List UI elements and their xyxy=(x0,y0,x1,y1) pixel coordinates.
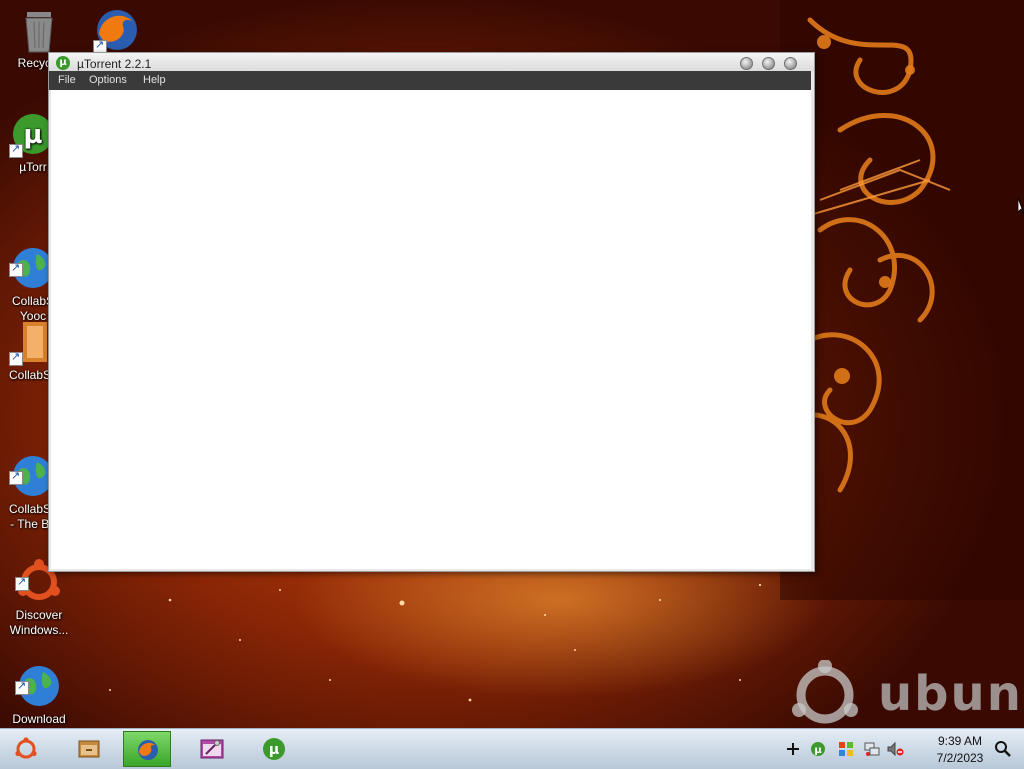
desktop-icon-firefox[interactable] xyxy=(78,6,156,56)
menubar: File Options Help xyxy=(49,71,811,90)
ubuntu-start-icon xyxy=(15,737,37,759)
file-manager-icon xyxy=(78,740,100,758)
start-button[interactable] xyxy=(2,731,50,767)
plus-icon[interactable] xyxy=(786,742,800,756)
shortcut-arrow-icon xyxy=(9,469,23,485)
recycle-bin-icon xyxy=(15,6,63,54)
close-button[interactable] xyxy=(784,57,797,70)
taskbar-file-manager[interactable] xyxy=(65,731,113,767)
desktop: ubun Recycle µ xyxy=(0,0,1024,768)
shortcut-arrow-icon xyxy=(9,142,23,158)
utorrent-icon: µ xyxy=(263,738,285,760)
ubuntu-wordmark: ubun xyxy=(878,666,1023,722)
clock-time[interactable]: 9:39 AM xyxy=(922,734,998,748)
taskbar-control-panel[interactable] xyxy=(188,731,236,767)
shortcut-arrow-icon xyxy=(15,575,29,591)
minimize-button[interactable] xyxy=(740,57,753,70)
taskbar-firefox[interactable] xyxy=(123,731,171,767)
taskbar: µ µ 9:39 AM 7/2/2023 xyxy=(0,728,1024,769)
volume-muted-icon[interactable] xyxy=(886,741,904,757)
control-panel-icon xyxy=(200,739,224,759)
firefox-icon xyxy=(93,6,141,54)
window-content-area xyxy=(51,90,811,569)
menu-options[interactable]: Options xyxy=(89,74,127,86)
svg-text:µ: µ xyxy=(814,745,822,756)
svg-text:µ: µ xyxy=(269,742,279,758)
taskbar-utorrent[interactable]: µ xyxy=(250,731,298,767)
network-icon[interactable] xyxy=(864,741,880,757)
windows-flag-icon[interactable] xyxy=(838,741,854,757)
utorrent-tray-icon[interactable]: µ xyxy=(810,741,826,757)
clock-date[interactable]: 7/2/2023 xyxy=(922,751,998,765)
shortcut-arrow-icon xyxy=(15,679,29,695)
shortcut-arrow-icon xyxy=(9,261,23,277)
firefox-icon xyxy=(138,740,158,760)
window-titlebar[interactable]: µ µTorrent 2.2.1 xyxy=(49,53,814,71)
globe-icon xyxy=(15,647,63,706)
mouse-cursor-icon xyxy=(1018,198,1024,214)
wallpaper-swirls xyxy=(780,0,1024,600)
utorrent-icon: µ xyxy=(56,56,70,70)
shortcut-arrow-icon xyxy=(9,350,23,366)
svg-text:µ: µ xyxy=(23,120,42,150)
window-title: µTorrent 2.2.1 xyxy=(77,57,152,71)
utorrent-window: µ µTorrent 2.2.1 File Options Help xyxy=(48,52,815,572)
menu-help[interactable]: Help xyxy=(143,74,166,86)
maximize-button[interactable] xyxy=(762,57,775,70)
search-icon[interactable] xyxy=(994,740,1012,758)
menu-file[interactable]: File xyxy=(58,74,76,86)
